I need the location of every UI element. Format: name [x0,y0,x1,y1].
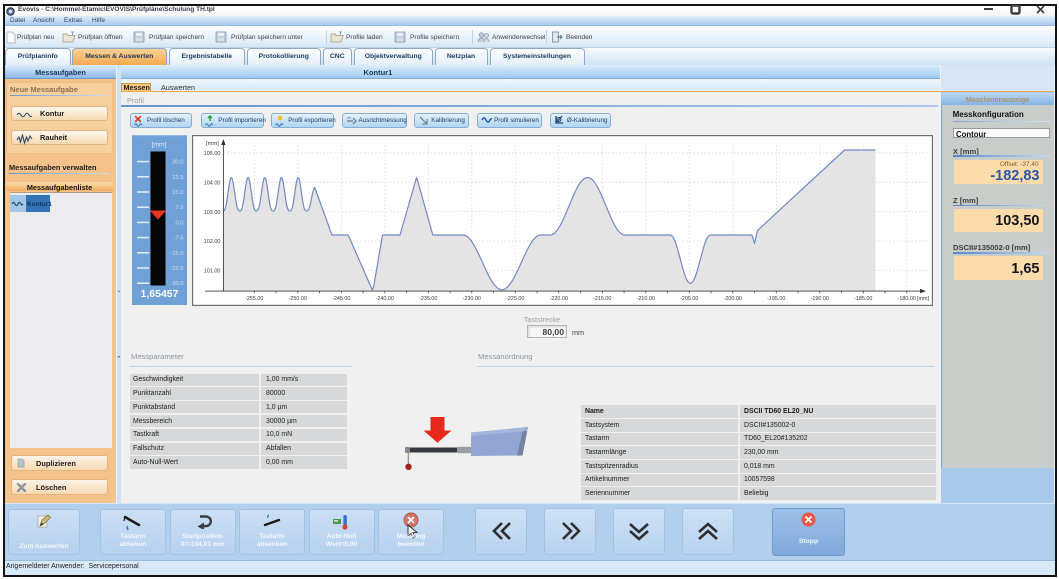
svg-text:103.00: 103.00 [204,209,221,215]
svg-text:15.0: 15.0 [172,190,183,196]
svg-text:105.00: 105.00 [204,151,221,157]
svg-text:-220.00: -220.00 [550,295,568,301]
svg-text:-250.00: -250.00 [289,295,307,301]
svg-text:-235.00: -235.00 [419,295,437,301]
svg-text:7.5: 7.5 [175,205,183,211]
svg-text:-180.00: -180.00 [898,295,916,301]
svg-text:-255.00: -255.00 [245,295,263,301]
svg-text:-185.00: -185.00 [854,295,872,301]
svg-text:30.0: 30.0 [172,160,183,166]
svg-text:-245.00: -245.00 [332,295,350,301]
svg-text:-30.0: -30.0 [170,281,183,287]
svg-text:1,65457: 1,65457 [140,288,178,300]
svg-text:-230.00: -230.00 [463,295,481,301]
svg-text:104.00: 104.00 [204,180,221,186]
svg-text:-7.5: -7.5 [173,236,183,242]
svg-text:-240.00: -240.00 [376,295,394,301]
svg-text:-205.00: -205.00 [680,295,698,301]
svg-text:-225.00: -225.00 [506,295,524,301]
svg-text:0.0: 0.0 [175,220,183,226]
svg-text:-190.00: -190.00 [811,295,829,301]
svg-text:-15.0: -15.0 [170,251,183,257]
svg-text:22.5: 22.5 [172,175,183,181]
svg-text:101.00: 101.00 [204,268,221,274]
svg-text:[mm]: [mm] [917,295,929,301]
svg-text:-22.5: -22.5 [170,266,183,272]
svg-text:-210.00: -210.00 [637,295,655,301]
svg-text:102.00: 102.00 [204,239,221,245]
svg-text:-200.00: -200.00 [724,295,742,301]
svg-text:-215.00: -215.00 [593,295,611,301]
svg-text:[mm]: [mm] [206,141,219,147]
svg-text:-195.00: -195.00 [767,295,785,301]
svg-text:[mm]: [mm] [151,142,166,149]
